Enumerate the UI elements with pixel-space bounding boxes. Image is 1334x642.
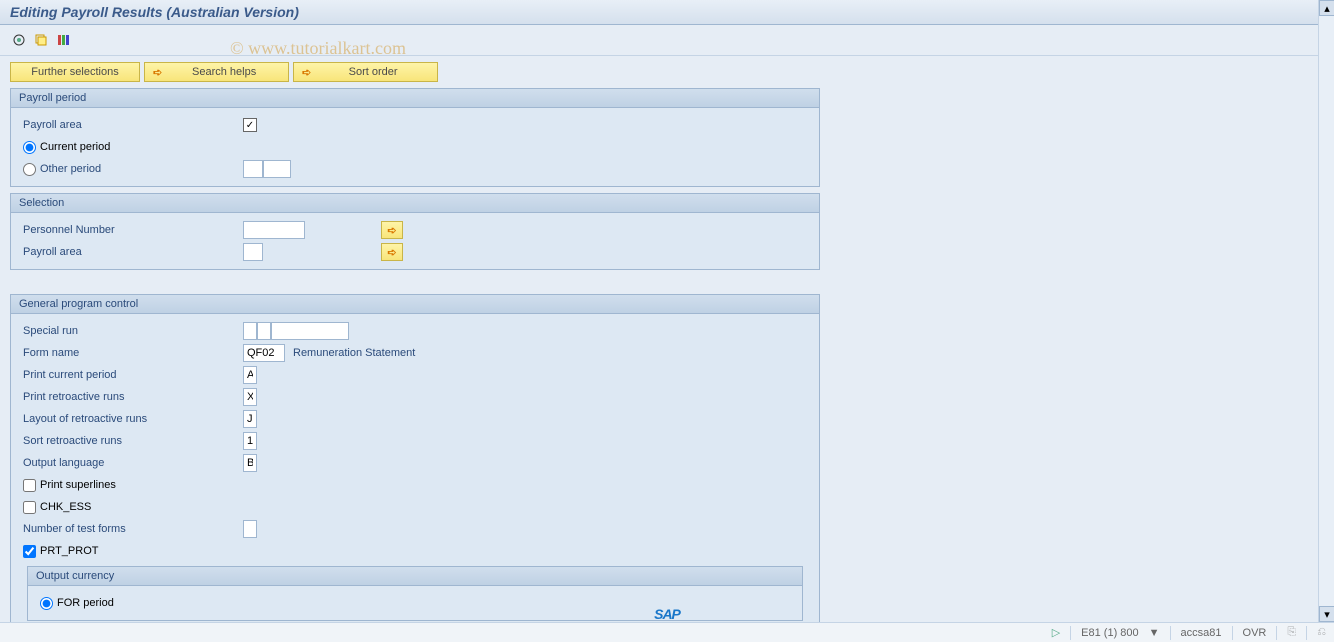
special-run-label: Special run xyxy=(23,325,243,337)
arrow-right-icon: ➪ xyxy=(387,246,396,259)
personnel-number-label: Personnel Number xyxy=(23,224,243,236)
sort-retro-label: Sort retroactive runs xyxy=(23,435,243,447)
personnel-number-multi-button[interactable]: ➪ xyxy=(381,221,403,239)
arrow-right-icon: ➪ xyxy=(387,224,396,237)
selection-payroll-area-input[interactable] xyxy=(243,243,263,261)
main-content: Payroll period Payroll area ✓ Current pe… xyxy=(0,88,830,626)
button-row: Further selections ➪ Search helps ➪ Sort… xyxy=(0,56,1334,88)
other-period-radio[interactable] xyxy=(23,163,36,176)
form-name-label: Form name xyxy=(23,347,243,359)
personnel-number-input[interactable] xyxy=(243,221,305,239)
payroll-area-required-icon: ✓ xyxy=(243,118,257,132)
sort-order-button[interactable]: ➪ Sort order xyxy=(293,62,438,82)
print-superlines-label: Print superlines xyxy=(40,479,116,491)
other-period-input-1[interactable] xyxy=(243,160,263,178)
status-nav-icon[interactable]: ▷ xyxy=(1052,626,1060,639)
print-current-label: Print current period xyxy=(23,369,243,381)
output-currency-header: Output currency xyxy=(28,567,802,586)
chk-ess-checkbox[interactable] xyxy=(23,501,36,514)
print-superlines-checkbox[interactable] xyxy=(23,479,36,492)
payroll-area-multi-button[interactable]: ➪ xyxy=(381,243,403,261)
variant-icon[interactable] xyxy=(32,31,50,49)
payroll-period-header: Payroll period xyxy=(11,89,819,108)
general-control-group: General program control Special run Form… xyxy=(10,294,820,626)
status-mode: OVR xyxy=(1243,627,1267,639)
further-selections-label: Further selections xyxy=(31,66,118,78)
other-period-input-2[interactable] xyxy=(263,160,291,178)
search-helps-button[interactable]: ➪ Search helps xyxy=(144,62,289,82)
further-selections-button[interactable]: Further selections xyxy=(10,62,140,82)
execute-icon[interactable] xyxy=(10,31,28,49)
print-current-input[interactable] xyxy=(243,366,257,384)
vertical-scrollbar[interactable]: ▴ ▾ xyxy=(1318,0,1334,622)
layout-retro-label: Layout of retroactive runs xyxy=(23,413,243,425)
status-icon-2[interactable]: ⎌ xyxy=(1317,626,1326,639)
title-bar: Editing Payroll Results (Australian Vers… xyxy=(0,0,1334,25)
other-period-label: Other period xyxy=(40,163,101,175)
print-retro-input[interactable] xyxy=(243,388,257,406)
general-control-header: General program control xyxy=(11,295,819,314)
selection-group: Selection Personnel Number ➪ Payroll are… xyxy=(10,193,820,270)
payroll-period-group: Payroll period Payroll area ✓ Current pe… xyxy=(10,88,820,187)
menu-icon[interactable] xyxy=(54,31,72,49)
prt-prot-label: PRT_PROT xyxy=(40,545,98,557)
output-currency-group: Output currency FOR period xyxy=(27,566,803,621)
print-retro-label: Print retroactive runs xyxy=(23,391,243,403)
special-run-input-3[interactable] xyxy=(271,322,349,340)
status-icon-1[interactable]: ⎘ xyxy=(1287,626,1296,639)
status-bar: ▷ E81 (1) 800 ▼ accsa81 OVR ⎘ ⎌ xyxy=(0,622,1334,642)
arrow-right-icon: ➪ xyxy=(153,66,162,79)
toolbar xyxy=(0,25,1334,56)
special-run-input-1[interactable] xyxy=(243,322,257,340)
scroll-down-button[interactable]: ▾ xyxy=(1319,606,1334,622)
layout-retro-input[interactable] xyxy=(243,410,257,428)
search-helps-label: Search helps xyxy=(168,66,280,78)
num-test-forms-input[interactable] xyxy=(243,520,257,538)
selection-payroll-area-label: Payroll area xyxy=(23,246,243,258)
dropdown-icon[interactable]: ▼ xyxy=(1149,627,1160,639)
current-period-radio[interactable] xyxy=(23,141,36,154)
output-lang-label: Output language xyxy=(23,457,243,469)
prt-prot-checkbox[interactable] xyxy=(23,545,36,558)
arrow-right-icon: ➪ xyxy=(302,66,311,79)
status-server: accsa81 xyxy=(1181,627,1222,639)
payroll-area-label: Payroll area xyxy=(23,119,243,131)
scroll-up-button[interactable]: ▴ xyxy=(1319,0,1334,16)
page-title: Editing Payroll Results (Australian Vers… xyxy=(10,4,299,20)
output-lang-input[interactable] xyxy=(243,454,257,472)
sap-logo: SAP xyxy=(654,606,680,622)
for-period-radio[interactable] xyxy=(40,597,53,610)
sort-retro-input[interactable] xyxy=(243,432,257,450)
sort-order-label: Sort order xyxy=(317,66,429,78)
form-name-input[interactable] xyxy=(243,344,285,362)
current-period-label: Current period xyxy=(40,141,110,153)
special-run-input-2[interactable] xyxy=(257,322,271,340)
num-test-forms-label: Number of test forms xyxy=(23,523,243,535)
for-period-label: FOR period xyxy=(57,597,114,609)
status-system: E81 (1) 800 xyxy=(1081,627,1138,639)
selection-header: Selection xyxy=(11,194,819,213)
form-name-desc: Remuneration Statement xyxy=(293,347,415,359)
chk-ess-label: CHK_ESS xyxy=(40,501,91,513)
